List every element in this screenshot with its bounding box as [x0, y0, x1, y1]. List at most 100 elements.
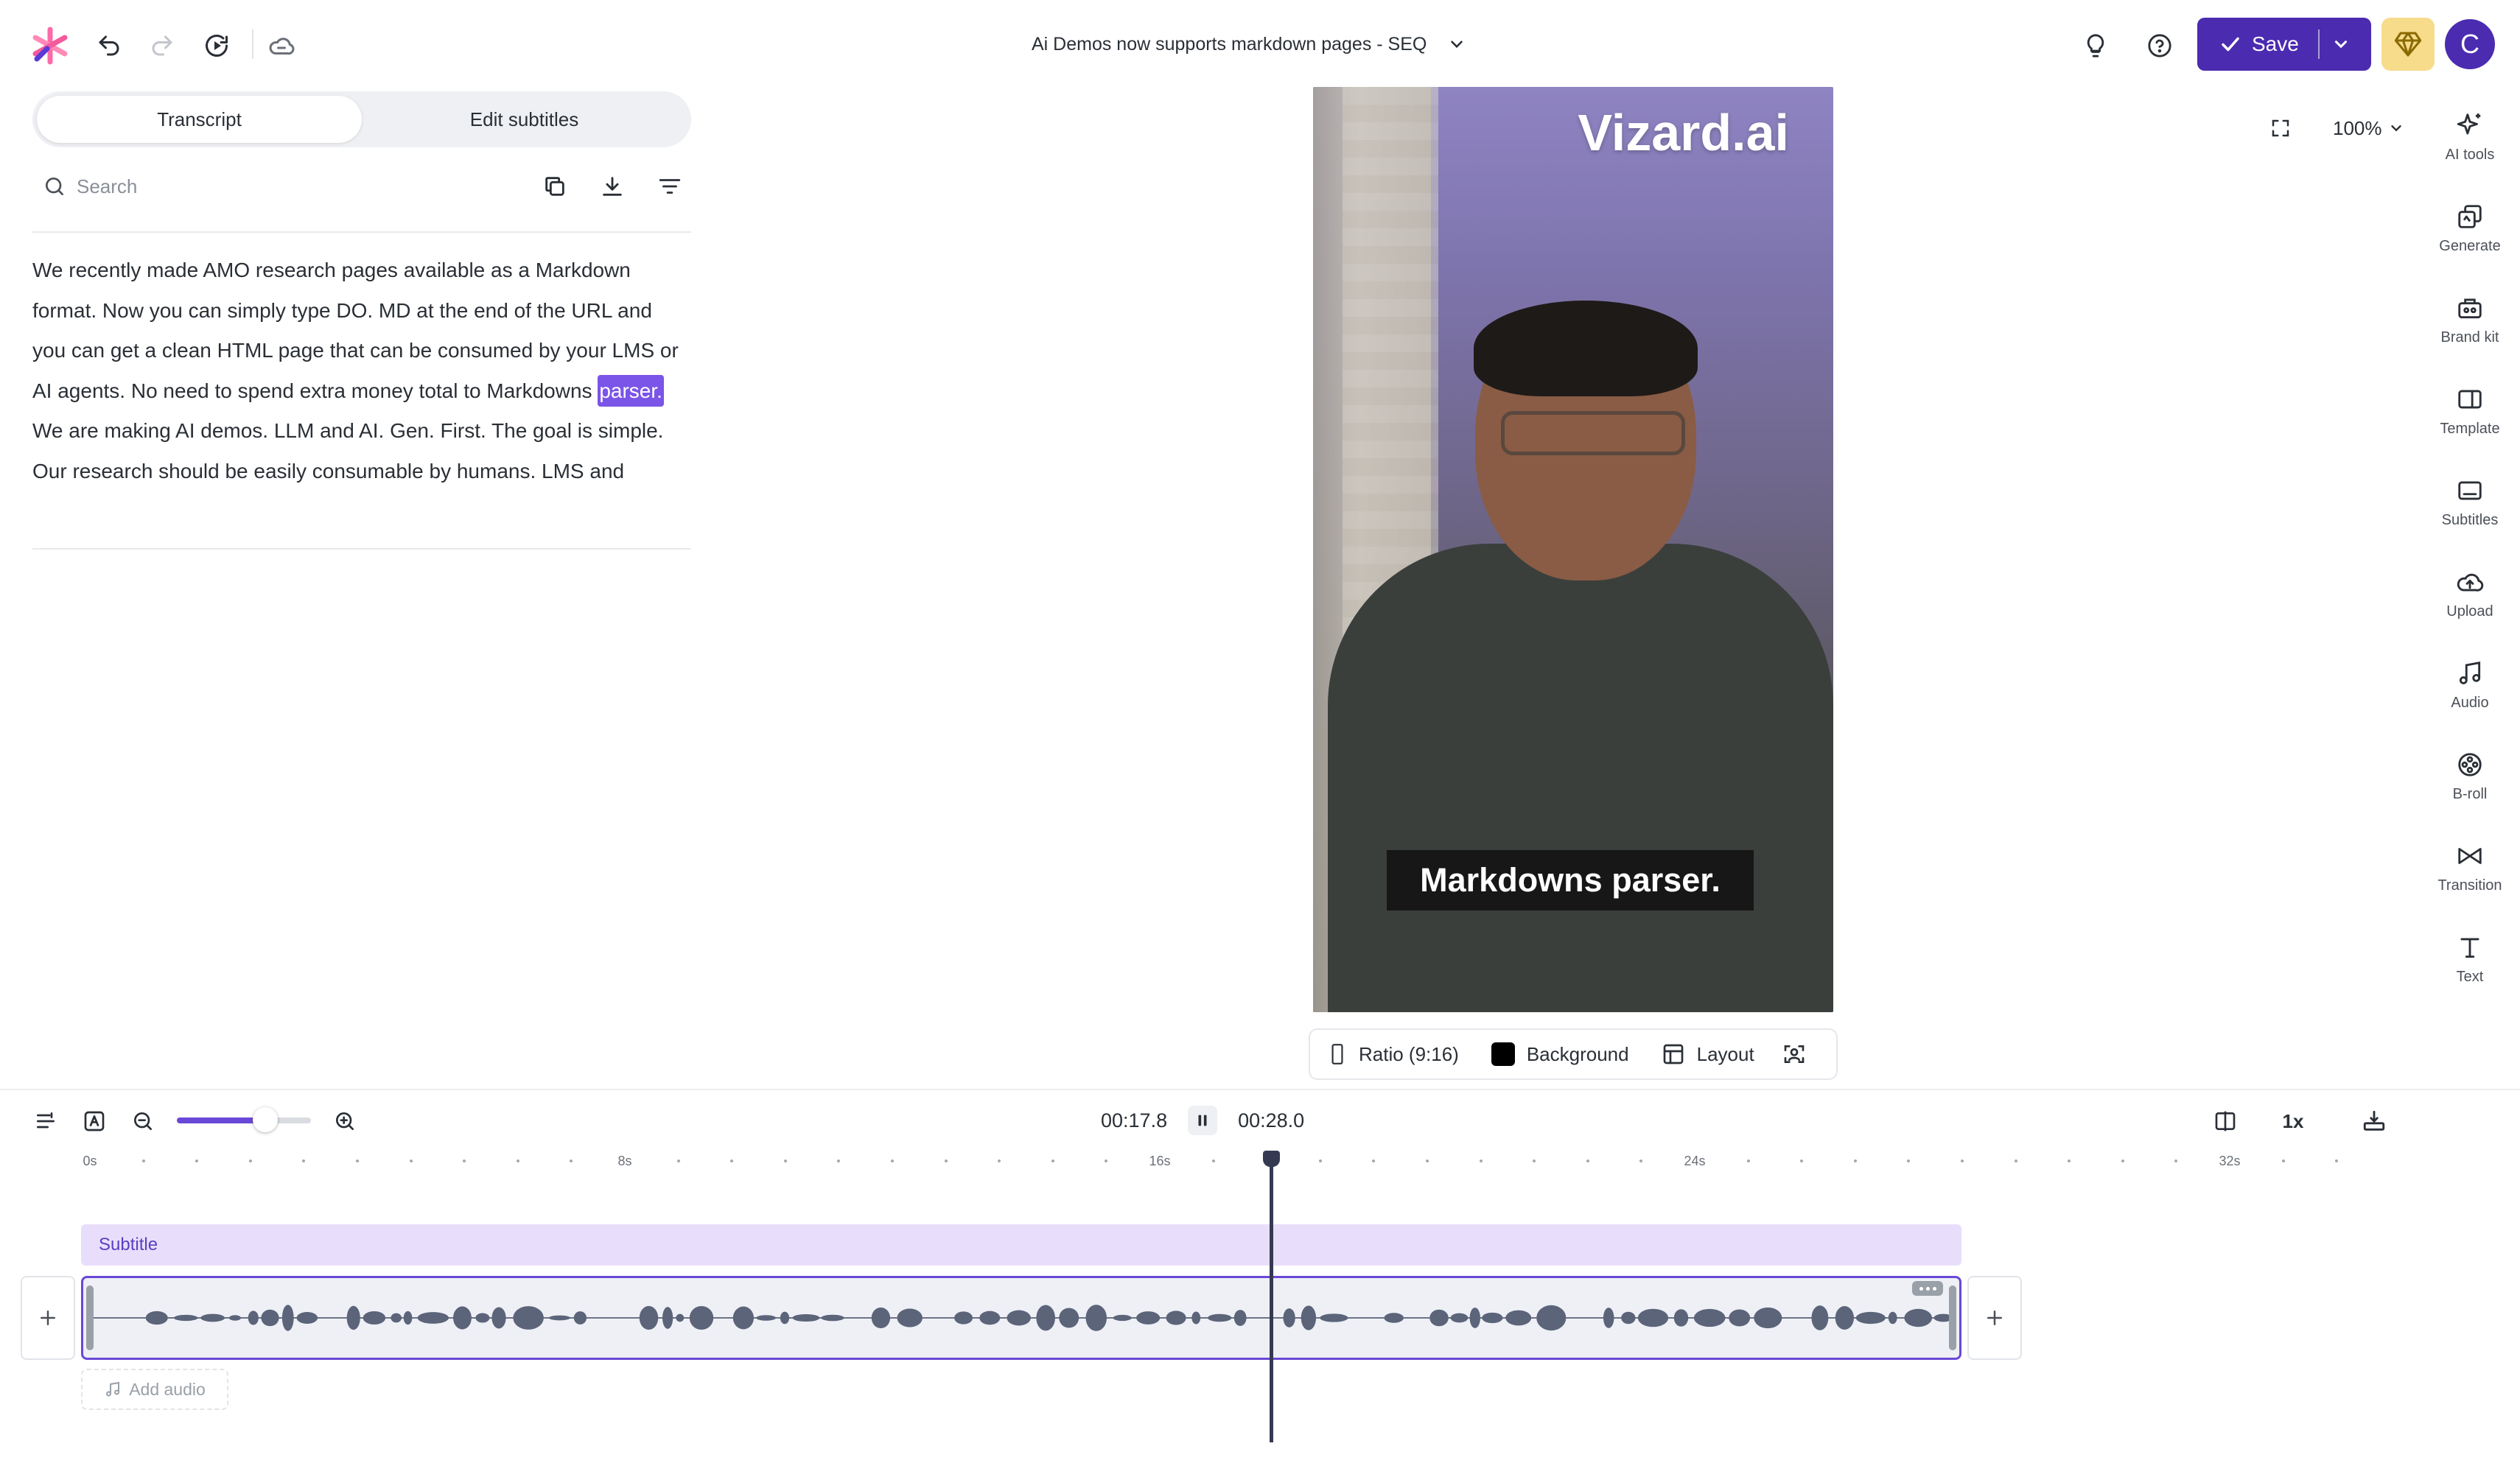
- clip-more-options-icon[interactable]: [1912, 1281, 1943, 1296]
- auto-caption-icon[interactable]: [78, 1105, 111, 1137]
- rail-item-transition[interactable]: Transition: [2424, 822, 2516, 913]
- layout-icon: [1663, 1044, 1683, 1064]
- timeline-ruler[interactable]: 0s 8s 16s 24s 32s: [81, 1152, 2395, 1189]
- phone-ratio-icon: [1331, 1044, 1343, 1064]
- help-icon[interactable]: [2142, 28, 2177, 63]
- ruler-label: 24s: [1684, 1154, 1706, 1168]
- b-roll-icon: [2458, 752, 2482, 776]
- video-caption[interactable]: Markdowns parser.: [1387, 850, 1754, 911]
- filter-icon[interactable]: [657, 174, 682, 199]
- rail-item-subtitles[interactable]: Subtitles: [2424, 457, 2516, 548]
- save-options-chevron-icon[interactable]: [2331, 35, 2351, 54]
- zoom-value: 100%: [2333, 116, 2382, 139]
- tab-edit-subtitles[interactable]: Edit subtitles: [362, 96, 687, 143]
- ruler-tick: [944, 1159, 948, 1162]
- video-preview[interactable]: Vizard.ai Markdowns parser.: [1313, 87, 1833, 1012]
- search-input[interactable]: [77, 175, 445, 198]
- ruler-tick: [141, 1159, 145, 1162]
- transcript-search-row: [32, 162, 691, 211]
- auto-frame-button[interactable]: [1782, 1042, 1806, 1066]
- video-scene-glasses: [1501, 411, 1685, 455]
- playhead-handle[interactable]: [1263, 1151, 1280, 1167]
- rail-item-generate[interactable]: Generate: [2424, 183, 2516, 274]
- ratio-button[interactable]: Ratio (9:16): [1328, 1043, 1459, 1066]
- ruler-tick: [2014, 1159, 2017, 1162]
- document-title: Ai Demos now supports markdown pages - S…: [1032, 33, 1427, 55]
- layout-label: Layout: [1696, 1042, 1754, 1065]
- text-icon: [2460, 937, 2479, 958]
- rail-label: Transition: [2437, 877, 2502, 894]
- transcript-text[interactable]: We recently made AMO research pages avai…: [32, 250, 681, 491]
- save-button[interactable]: Save: [2197, 18, 2371, 71]
- rail-item-upload[interactable]: Upload: [2424, 548, 2516, 639]
- redo-icon[interactable]: [144, 28, 180, 63]
- rail-item-audio[interactable]: Audio: [2424, 639, 2516, 731]
- add-clip-after-button[interactable]: [1967, 1276, 2022, 1360]
- ruler-tick: [1800, 1159, 1804, 1162]
- upload-icon: [2457, 573, 2484, 592]
- fullscreen-icon[interactable]: [2269, 117, 2292, 139]
- search-divider: [32, 231, 691, 233]
- cloud-sync-icon[interactable]: [264, 28, 299, 63]
- tab-transcript[interactable]: Transcript: [37, 96, 362, 143]
- clip-handle-left[interactable]: [86, 1285, 94, 1350]
- app-logo-icon[interactable]: [29, 25, 71, 66]
- copy-icon[interactable]: [542, 174, 567, 199]
- transcript-active-word[interactable]: parser.: [598, 374, 664, 407]
- preview-play-icon[interactable]: [199, 28, 234, 63]
- undo-icon[interactable]: [91, 28, 127, 63]
- playhead[interactable]: [1270, 1152, 1273, 1442]
- transcript-segment[interactable]: We recently made AMO research pages avai…: [32, 259, 679, 402]
- fit-timeline-icon[interactable]: [2358, 1105, 2390, 1137]
- rail-item-text[interactable]: Text: [2424, 913, 2516, 1005]
- ruler-tick: [783, 1159, 787, 1162]
- template-icon: [2458, 389, 2482, 409]
- check-icon: [2222, 37, 2239, 52]
- ruler-label: 0s: [83, 1154, 97, 1168]
- ruler-tick: [302, 1159, 306, 1162]
- transcript-segment[interactable]: We are making AI demos. LLM and AI. Gen.…: [32, 419, 663, 483]
- timeline-zoom-handle[interactable]: [253, 1107, 279, 1132]
- subtitle-track[interactable]: Subtitle: [81, 1224, 1961, 1266]
- plus-icon: [41, 1311, 55, 1325]
- playback-speed-button[interactable]: 1x: [2277, 1105, 2309, 1137]
- timeline-zoom-slider[interactable]: [177, 1107, 311, 1132]
- music-note-icon: [106, 1381, 120, 1397]
- download-icon[interactable]: [600, 174, 625, 199]
- rail-item-brand-kit[interactable]: Brand kit: [2424, 274, 2516, 365]
- save-divider: [2317, 29, 2320, 59]
- rail-item-b-roll[interactable]: B-roll: [2424, 731, 2516, 822]
- zoom-out-icon[interactable]: [127, 1105, 159, 1137]
- layout-button[interactable]: Layout: [1662, 1042, 1754, 1066]
- ruler-tick: [463, 1159, 466, 1162]
- right-tool-rail: AI tools Generate Brand kit Template Sub…: [2424, 91, 2516, 1005]
- add-audio-button[interactable]: Add audio: [81, 1369, 228, 1410]
- add-clip-before-button[interactable]: [21, 1276, 75, 1360]
- ruler-tick: [1961, 1159, 1964, 1162]
- timeline-list-icon[interactable]: [29, 1105, 62, 1137]
- clip-handle-right[interactable]: [1949, 1285, 1956, 1350]
- rail-label: Upload: [2446, 603, 2493, 620]
- pause-button[interactable]: [1188, 1106, 1218, 1135]
- user-avatar[interactable]: C: [2445, 19, 2495, 69]
- timeline-divider: [0, 1089, 2520, 1090]
- document-title-dropdown[interactable]: Ai Demos now supports markdown pages - S…: [1032, 27, 1466, 62]
- current-time: 00:17.8: [1101, 1109, 1168, 1132]
- ruler-tick: [248, 1159, 252, 1162]
- rail-item-ai-tools[interactable]: AI tools: [2424, 91, 2516, 183]
- split-icon[interactable]: [2209, 1105, 2241, 1137]
- audio-waveform-track[interactable]: [81, 1276, 1961, 1360]
- gem-icon: [2394, 32, 2422, 57]
- rail-item-template[interactable]: Template: [2424, 365, 2516, 457]
- upgrade-gem-button[interactable]: [2381, 18, 2435, 71]
- ruler-tick: [998, 1159, 1001, 1162]
- rail-label: B-roll: [2452, 785, 2488, 802]
- ruler-tick: [1746, 1159, 1750, 1162]
- lightbulb-icon[interactable]: [2078, 28, 2113, 63]
- chevron-down-icon: [2390, 125, 2401, 132]
- ruler-tick: [2174, 1159, 2178, 1162]
- background-button[interactable]: Background: [1491, 1042, 1629, 1066]
- ruler-tick: [1853, 1159, 1857, 1162]
- zoom-dropdown[interactable]: 100%: [2333, 117, 2404, 140]
- zoom-in-icon[interactable]: [329, 1105, 361, 1137]
